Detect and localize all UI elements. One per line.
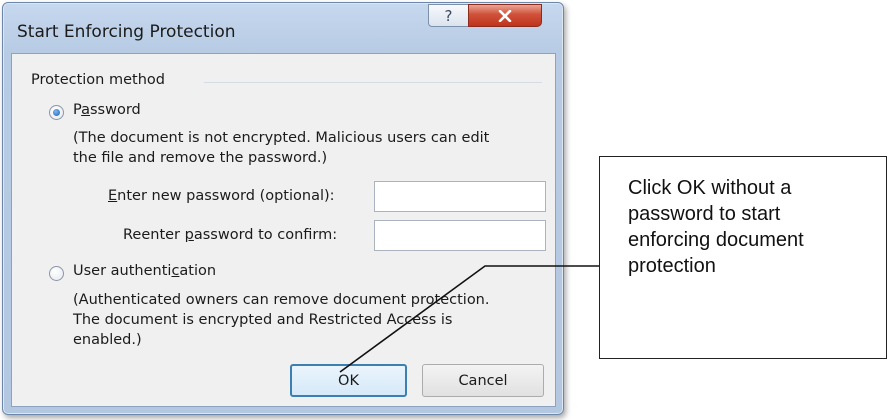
group-divider — [204, 82, 542, 83]
confirm-password-label: Reenter password to confirm: — [123, 227, 338, 243]
password-option-label[interactable]: Password — [73, 102, 141, 118]
dialog-titlebar[interactable]: Start Enforcing Protection ? — [3, 3, 563, 53]
close-x-icon — [498, 9, 512, 22]
help-button[interactable]: ? — [428, 4, 469, 27]
new-password-field[interactable] — [374, 181, 546, 212]
new-password-label: Enter new password (optional): — [108, 188, 335, 204]
user-authentication-option-label[interactable]: User authentication — [73, 263, 216, 279]
cancel-button[interactable]: Cancel — [422, 364, 544, 397]
dialog-client-area: Protection method Password (The document… — [11, 53, 556, 407]
question-mark-icon: ? — [444, 6, 453, 25]
annotation-callout-text: Click OK without a password to start enf… — [628, 177, 804, 277]
user-authentication-radio[interactable] — [49, 266, 64, 281]
protection-method-label: Protection method — [31, 72, 165, 88]
password-option-description: (The document is not encrypted. Maliciou… — [73, 130, 490, 166]
confirm-password-field[interactable] — [374, 220, 546, 251]
dialog-title: Start Enforcing Protection — [17, 22, 236, 42]
annotation-callout-box: Click OK without a password to start enf… — [599, 156, 887, 359]
password-radio[interactable] — [49, 105, 64, 120]
user-authentication-description: (Authenticated owners can remove documen… — [73, 292, 490, 348]
radio-selected-dot — [53, 109, 60, 116]
close-button[interactable] — [468, 4, 542, 27]
start-enforcing-protection-dialog: Start Enforcing Protection ? Protection … — [2, 2, 564, 415]
ok-button[interactable]: OK — [290, 364, 407, 397]
